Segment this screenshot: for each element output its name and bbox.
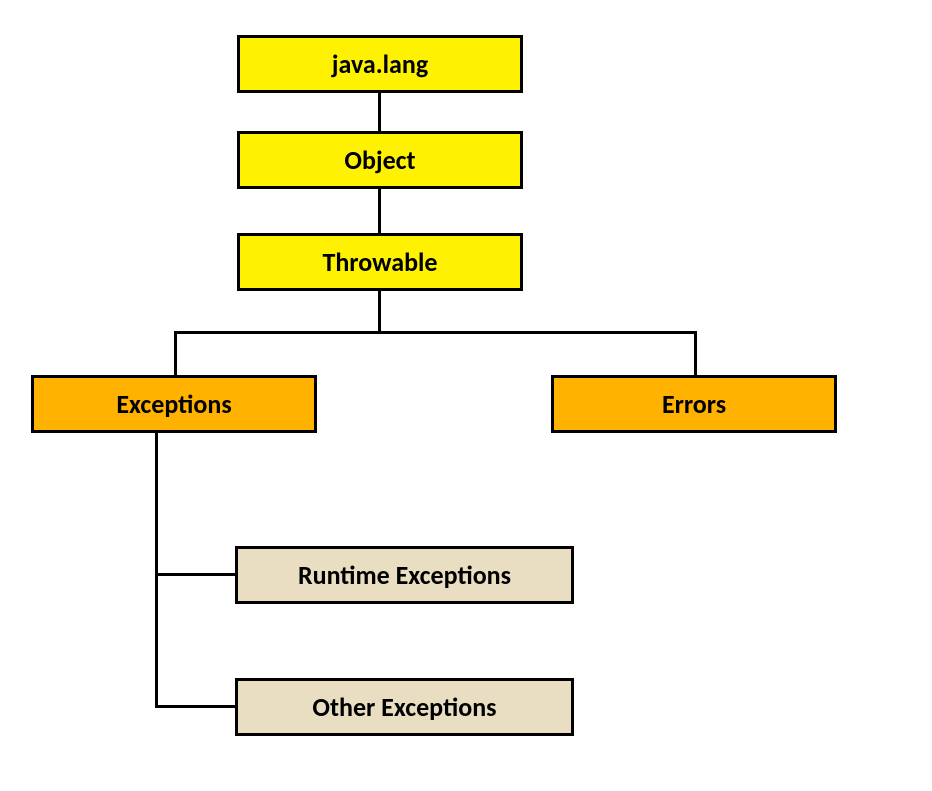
box-runtime-exceptions: Runtime Exceptions	[235, 546, 574, 604]
connector-exceptions-spine	[155, 433, 158, 708]
connector-throwable-split	[174, 331, 697, 334]
box-throwable: Throwable	[237, 233, 523, 291]
connector-to-other	[155, 705, 235, 708]
connector-object-throwable	[378, 189, 381, 233]
connector-throwable-down	[378, 291, 381, 333]
box-errors: Errors	[551, 375, 837, 433]
box-other-exceptions: Other Exceptions	[235, 678, 574, 736]
box-javalang: java.lang	[237, 35, 523, 93]
connector-to-runtime	[155, 573, 235, 576]
connector-to-exceptions	[174, 331, 177, 375]
box-exceptions: Exceptions	[31, 375, 317, 433]
box-object: Object	[237, 131, 523, 189]
connector-to-errors	[694, 331, 697, 375]
connector-javalang-object	[378, 93, 381, 131]
